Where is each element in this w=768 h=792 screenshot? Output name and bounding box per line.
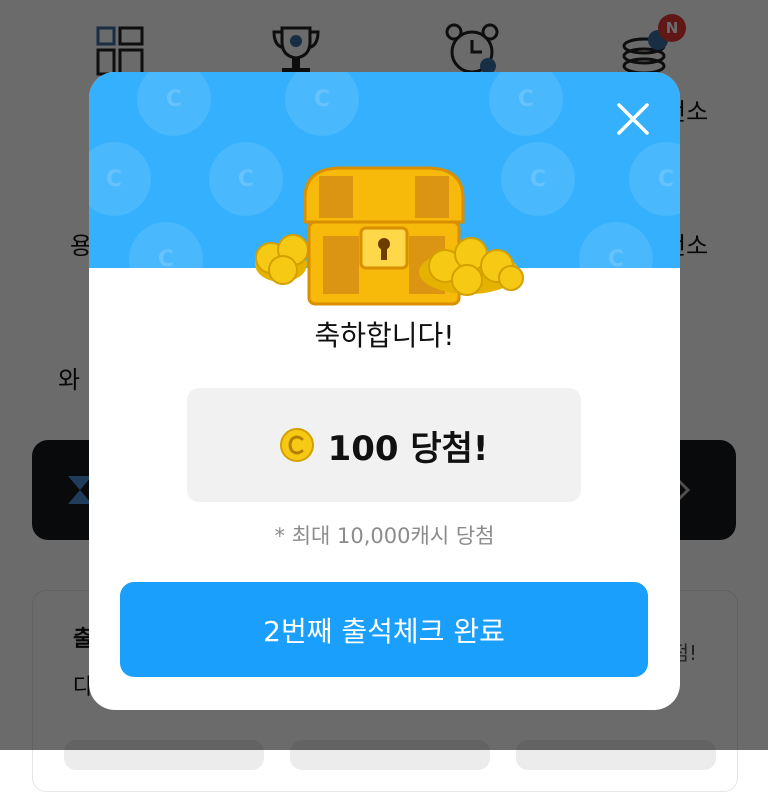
attendance-complete-button[interactable]: 2번째 출석체크 완료	[120, 582, 648, 677]
pattern-coin	[89, 142, 151, 216]
pattern-coin	[129, 222, 203, 268]
modal-title: 축하합니다!	[314, 319, 455, 352]
pattern-coin	[489, 72, 563, 136]
pattern-coin	[629, 142, 680, 216]
max-reward-note: * 최대 10,000캐시 당첨	[274, 524, 495, 548]
reward-modal: 축하합니다! 100 당첨! * 최대 10,000캐시 당첨 2번째 출석체크…	[89, 72, 680, 710]
treasure-chest-icon	[249, 162, 529, 312]
prize-box: 100 당첨!	[187, 388, 581, 502]
pattern-coin	[137, 72, 211, 136]
prize-amount: 100 당첨!	[327, 428, 489, 469]
pattern-coin	[579, 222, 653, 268]
pattern-coin	[285, 72, 359, 136]
coin-icon	[279, 428, 314, 462]
close-button[interactable]	[616, 102, 650, 136]
close-icon	[617, 103, 649, 135]
